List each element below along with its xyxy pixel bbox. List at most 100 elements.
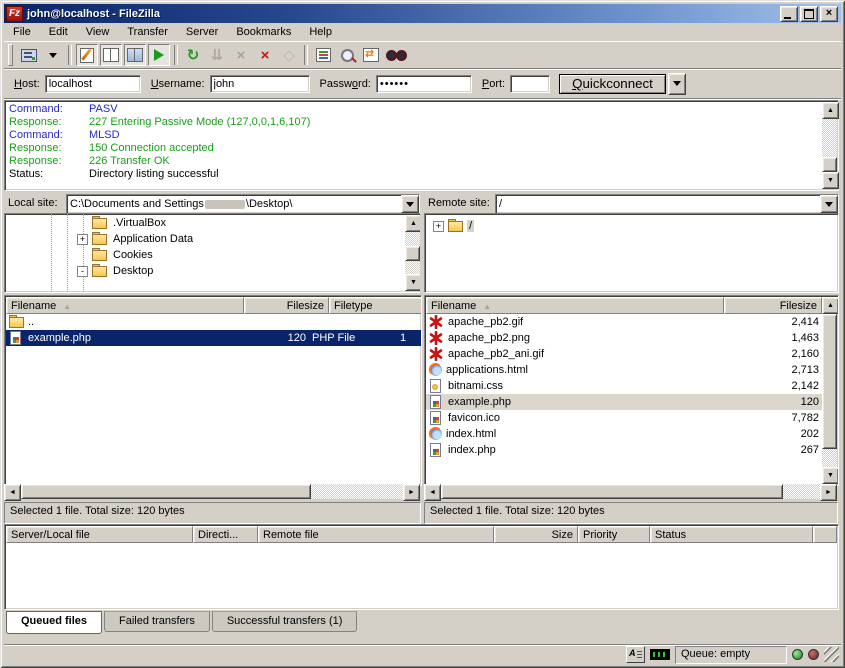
scroll-left-icon[interactable]: ◄ — [424, 484, 441, 501]
scrollbar-track[interactable] — [783, 484, 820, 499]
scroll-down-icon[interactable]: ▼ — [822, 467, 839, 484]
column-header-size[interactable]: Size — [494, 526, 578, 543]
column-header-filetype[interactable]: Filetype — [329, 297, 422, 314]
menu-help[interactable]: Help — [300, 24, 341, 41]
file-row-index-php[interactable]: index.php267 — [426, 442, 822, 458]
column-header-empty[interactable] — [813, 526, 837, 543]
file-row-example-php[interactable]: example.php120 — [426, 394, 822, 410]
scroll-right-icon[interactable]: ► — [820, 484, 837, 501]
menu-transfer[interactable]: Transfer — [118, 24, 177, 41]
file-row-example-php[interactable]: example.php120PHP File1 — [6, 330, 422, 346]
find-files-button[interactable] — [384, 44, 406, 66]
directory-comparison-button[interactable] — [336, 44, 358, 66]
file-row-bitnami-css[interactable]: bitnami.css2,142 — [426, 378, 822, 394]
scrollbar-thumb[interactable] — [21, 484, 311, 499]
scrollbar-track[interactable] — [311, 484, 403, 499]
column-header-filename[interactable]: Filename▲ — [6, 297, 244, 314]
local-tree-scrollbar[interactable]: ▲ ▼ — [405, 215, 420, 291]
port-input[interactable] — [510, 75, 550, 93]
file-row-apache-pb2-png[interactable]: apache_pb2.png1,463 — [426, 330, 822, 346]
toggle-message-log-button[interactable] — [76, 44, 98, 66]
message-log-scrollbar[interactable]: ▲ ▼ — [822, 102, 837, 189]
quickconnect-button[interactable]: Quickconnect — [559, 74, 666, 94]
scroll-down-icon[interactable]: ▼ — [822, 172, 839, 189]
file-row-index-html[interactable]: index.html202 — [426, 426, 822, 442]
column-header-remote-file[interactable]: Remote file — [258, 526, 494, 543]
maximize-button[interactable] — [800, 6, 818, 22]
menu-file[interactable]: File — [4, 24, 40, 41]
toggle-remote-pane-button[interactable] — [124, 44, 146, 66]
local-file-list[interactable]: Filename▲ Filesize Filetype L ..example.… — [4, 295, 422, 486]
remote-list-scrollbar[interactable]: ▲ ▼ — [822, 297, 837, 484]
menu-server[interactable]: Server — [177, 24, 227, 41]
menu-view[interactable]: View — [77, 24, 119, 41]
menu-edit[interactable]: Edit — [40, 24, 77, 41]
local-directory-tree[interactable]: ▲ ▼ .VirtualBox+Application DataCookies-… — [4, 213, 422, 293]
tab-queued-files[interactable]: Queued files — [6, 611, 102, 634]
site-manager-button[interactable] — [18, 44, 40, 66]
cancel-operation-button[interactable]: × — [230, 44, 252, 66]
file-row-applications-html[interactable]: applications.html2,713 — [426, 362, 822, 378]
host-input[interactable] — [45, 75, 141, 93]
disconnect-button[interactable]: × — [254, 44, 276, 66]
remote-site-dropdown-button[interactable] — [820, 195, 838, 213]
local-list-hscrollbar[interactable]: ◄ ► — [4, 484, 420, 499]
scrollbar-thumb[interactable] — [822, 314, 837, 449]
expand-icon[interactable]: + — [433, 221, 444, 232]
toggle-local-pane-button[interactable] — [100, 44, 122, 66]
file-row-favicon-ico[interactable]: favicon.ico7,782 — [426, 410, 822, 426]
tab-successful-transfers-1-[interactable]: Successful transfers (1) — [212, 611, 358, 632]
scroll-right-icon[interactable]: ► — [403, 484, 420, 501]
remote-site-combobox[interactable]: / — [495, 194, 839, 214]
file-row-apache-pb2-gif[interactable]: apache_pb2.gif2,414 — [426, 314, 822, 330]
scrollbar-track[interactable] — [822, 449, 837, 467]
remote-directory-tree[interactable]: +/ — [424, 213, 839, 293]
minimize-button[interactable] — [780, 6, 798, 22]
scrollbar-thumb[interactable] — [822, 157, 837, 172]
resize-grip[interactable] — [824, 647, 839, 662]
title-bar[interactable]: Fz john@localhost - FileZilla × — [4, 4, 841, 23]
scroll-up-icon[interactable]: ▲ — [822, 297, 839, 314]
column-header-server-local-file[interactable]: Server/Local file — [6, 526, 193, 543]
menu-bookmarks[interactable]: Bookmarks — [227, 24, 300, 41]
synchronized-browsing-button[interactable] — [360, 44, 382, 66]
scrollbar-thumb[interactable] — [441, 484, 783, 499]
process-queue-button[interactable]: ⇊ — [206, 44, 228, 66]
tree-item-cookies[interactable]: Cookies — [77, 247, 155, 263]
tab-failed-transfers[interactable]: Failed transfers — [104, 611, 210, 632]
refresh-button[interactable]: ↻ — [182, 44, 204, 66]
expand-icon[interactable]: + — [77, 234, 88, 245]
remote-file-list[interactable]: Filename▲ Filesize ▲ ▼ apache_pb2.gif2,4… — [424, 295, 839, 486]
local-site-combobox[interactable]: C:\Documents and Settings\Desktop\ — [66, 194, 420, 214]
file-row--[interactable]: .. — [6, 314, 422, 330]
column-header-filesize[interactable]: Filesize — [724, 297, 822, 314]
local-site-dropdown-button[interactable] — [401, 195, 419, 213]
reconnect-button[interactable]: ◇ — [278, 44, 300, 66]
tree-item-desktop[interactable]: -Desktop — [77, 263, 155, 279]
scroll-up-icon[interactable]: ▲ — [822, 102, 839, 119]
tree-item--virtualbox[interactable]: .VirtualBox — [77, 215, 168, 231]
column-header-filesize[interactable]: Filesize — [244, 297, 329, 314]
site-manager-dropdown[interactable] — [42, 44, 64, 66]
password-input[interactable] — [376, 75, 472, 93]
scrollbar-thumb[interactable] — [405, 246, 420, 261]
transfer-queue[interactable]: Server/Local file Directi... Remote file… — [4, 524, 839, 610]
scrollbar-track[interactable] — [822, 119, 837, 157]
quickconnect-dropdown-button[interactable] — [668, 73, 686, 95]
toolbar-grip[interactable] — [8, 44, 13, 66]
file-row-apache-pb2-ani-gif[interactable]: apache_pb2_ani.gif2,160 — [426, 346, 822, 362]
message-log[interactable]: Command:PASVResponse:227 Entering Passiv… — [4, 100, 839, 191]
toggle-transfer-queue-button[interactable] — [148, 44, 170, 66]
scrollbar-track[interactable] — [405, 261, 420, 275]
username-input[interactable] — [210, 75, 310, 93]
collapse-icon[interactable]: - — [77, 266, 88, 277]
scroll-left-icon[interactable]: ◄ — [4, 484, 21, 501]
column-header-priority[interactable]: Priority — [578, 526, 650, 543]
close-button[interactable]: × — [820, 6, 838, 22]
column-header-status[interactable]: Status — [650, 526, 813, 543]
scrollbar-track[interactable] — [405, 232, 420, 246]
column-header-direction[interactable]: Directi... — [193, 526, 258, 543]
remote-list-hscrollbar[interactable]: ◄ ► — [424, 484, 837, 499]
filter-button[interactable] — [312, 44, 334, 66]
column-header-filename[interactable]: Filename▲ — [426, 297, 724, 314]
